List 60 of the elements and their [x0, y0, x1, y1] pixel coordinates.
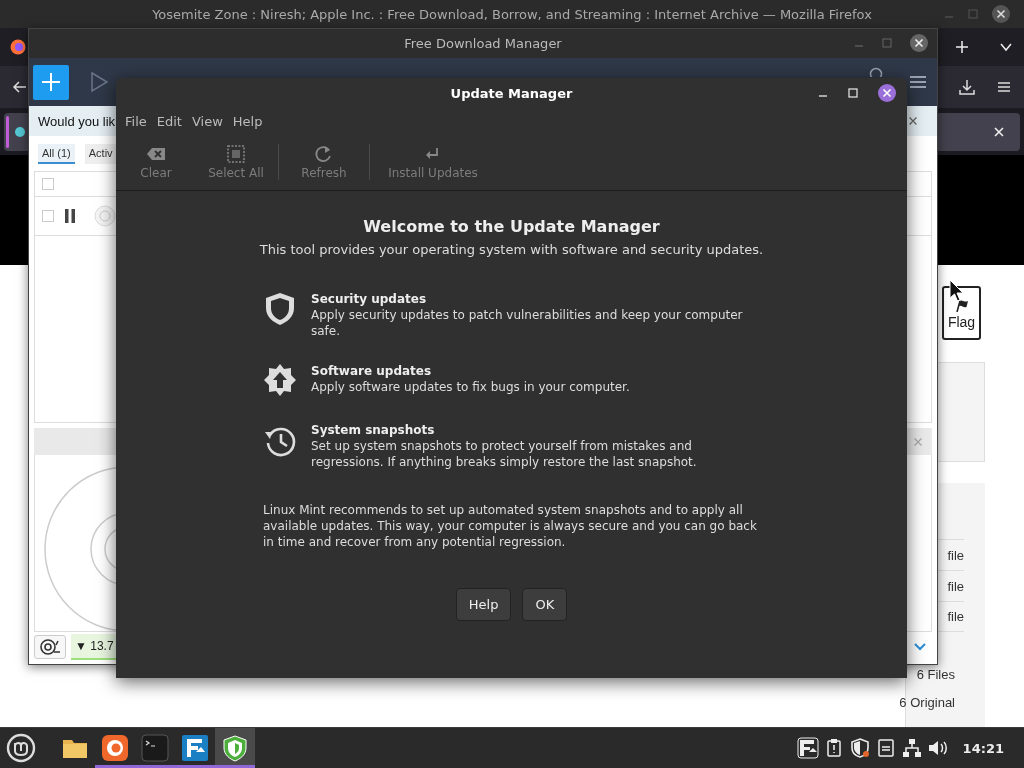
- browser-icon: [101, 734, 129, 762]
- feature-description: Apply software updates to fix bugs in your computer.: [311, 379, 630, 395]
- shield-icon: [263, 291, 297, 326]
- taskbar-button[interactable]: [215, 728, 255, 768]
- menu-item[interactable]: Edit: [151, 113, 187, 129]
- back-arrow-icon[interactable]: [12, 79, 28, 95]
- feature-title: System snapshots: [311, 422, 436, 438]
- close-icon[interactable]: [910, 34, 928, 52]
- info-dot-icon: [15, 126, 25, 137]
- play-icon[interactable]: [89, 71, 111, 93]
- dialog-button[interactable]: Help: [455, 588, 512, 621]
- dialog-button[interactable]: OK: [522, 588, 568, 621]
- network-icon[interactable]: [900, 737, 923, 759]
- heading: Welcome to the Update Manager: [363, 217, 660, 236]
- close-icon[interactable]: [878, 84, 896, 102]
- cursor-icon: [949, 279, 965, 303]
- download-icon[interactable]: [958, 78, 976, 96]
- checkbox[interactable]: [42, 178, 54, 190]
- clock[interactable]: 14:21: [962, 740, 1004, 756]
- new-tab-icon[interactable]: [954, 39, 970, 55]
- firefox-logo-icon[interactable]: [10, 39, 26, 55]
- window-title: Free Download Manager: [404, 36, 562, 51]
- accent-stripe-icon: [6, 115, 9, 148]
- count-label: 6 Files: [916, 665, 955, 684]
- notice-text: Would you lik: [38, 113, 116, 129]
- select-all-icon: [226, 144, 246, 163]
- recommendation-text: Linux Mint recommends to set up automated system snapshots and to apply all available updates. This way, your computer is always secure and you can go back in time and recover from any potential regression.: [263, 502, 758, 550]
- close-icon[interactable]: [992, 124, 1006, 139]
- menu-item[interactable]: View: [186, 113, 228, 129]
- terminal-icon: [141, 734, 169, 762]
- progress-ring-icon: [94, 205, 116, 227]
- count-label: 6 Original: [899, 693, 955, 712]
- download-speed: ▼ 13.7: [71, 634, 118, 660]
- badge-arrow-icon: [263, 363, 297, 398]
- refresh-icon: [314, 144, 334, 163]
- checkbox[interactable]: [42, 210, 54, 222]
- filter-tab[interactable]: Activ: [84, 143, 117, 164]
- slow-mode-button[interactable]: [34, 635, 66, 659]
- flag-icon: [953, 298, 970, 312]
- close-icon[interactable]: [907, 115, 919, 127]
- menu-item[interactable]: Help: [227, 113, 268, 129]
- window-title: Yosemite Zone : Niresh; Apple Inc. : Free Download, Borrow, and Streaming : Internet Archive — Mozilla Firefox: [152, 6, 872, 22]
- flag-button[interactable]: Flag: [942, 286, 981, 340]
- menu-icon[interactable]: [909, 74, 927, 90]
- feature-description: Apply security updates to patch vulnerabilities and keep your computer safe.: [311, 307, 744, 339]
- plus-icon: [41, 72, 61, 92]
- feature-description: Set up system snapshots to protect yourself from mistakes and regressions. If anything breaks simply restore the last snapshot.: [311, 438, 698, 470]
- feature-title: Security updates: [311, 291, 428, 307]
- shield-icon[interactable]: [848, 737, 871, 759]
- intro-text: This tool provides your operating system with software and security updates.: [259, 242, 764, 257]
- add-button[interactable]: [33, 64, 69, 100]
- window-title: Update Manager: [450, 85, 573, 101]
- feature-title: Software updates: [311, 363, 433, 379]
- shield-icon: [221, 734, 249, 762]
- menu-item[interactable]: File: [120, 113, 152, 129]
- menu-logo-icon[interactable]: [5, 732, 37, 764]
- close-icon[interactable]: [992, 5, 1010, 23]
- filter-tab[interactable]: All (1): [38, 143, 75, 164]
- pause-icon[interactable]: [64, 209, 76, 223]
- menu-icon[interactable]: [996, 79, 1012, 95]
